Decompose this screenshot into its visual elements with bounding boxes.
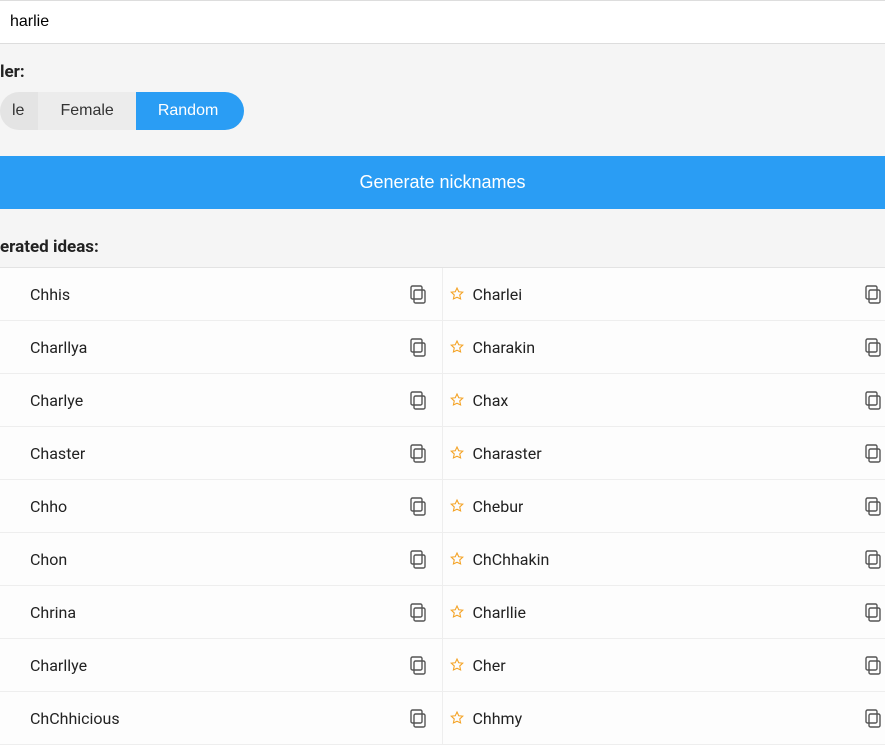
- idea-cell: Charlei: [443, 268, 885, 321]
- copy-icon[interactable]: [404, 492, 432, 520]
- idea-name: Chon: [30, 550, 67, 569]
- gender-selector: le Female Random: [0, 92, 885, 130]
- copy-icon[interactable]: [404, 598, 432, 626]
- star-icon[interactable]: [449, 392, 465, 408]
- idea-cell: Charllie: [443, 586, 885, 639]
- idea-name: Charllya: [30, 338, 87, 357]
- copy-icon[interactable]: [859, 598, 885, 626]
- idea-name: Charlei: [473, 285, 523, 304]
- idea-cell: Charllya: [0, 321, 443, 374]
- star-icon[interactable]: [449, 339, 465, 355]
- copy-icon[interactable]: [404, 439, 432, 467]
- idea-cell: ChChhicious: [0, 692, 443, 745]
- ideas-grid: Chhis Charlei Charllya: [0, 267, 885, 745]
- generate-button[interactable]: Generate nicknames: [0, 156, 885, 209]
- copy-icon[interactable]: [404, 651, 432, 679]
- star-icon[interactable]: [449, 498, 465, 514]
- ideas-label: erated ideas:: [0, 237, 885, 257]
- copy-icon[interactable]: [859, 545, 885, 573]
- idea-cell: ChChhakin: [443, 533, 885, 586]
- idea-name: Chhis: [30, 285, 70, 304]
- copy-icon[interactable]: [859, 704, 885, 732]
- copy-icon[interactable]: [404, 333, 432, 361]
- idea-name: Charaster: [473, 444, 542, 463]
- idea-name: Charakin: [473, 338, 536, 357]
- copy-icon[interactable]: [859, 386, 885, 414]
- idea-cell: Charaster: [443, 427, 885, 480]
- star-icon[interactable]: [449, 657, 465, 673]
- idea-cell: Chax: [443, 374, 885, 427]
- idea-cell: Cher: [443, 639, 885, 692]
- idea-cell: Chon: [0, 533, 443, 586]
- idea-name: ChChhicious: [30, 709, 120, 728]
- idea-name: Chebur: [473, 497, 524, 516]
- copy-icon[interactable]: [404, 545, 432, 573]
- idea-cell: Chaster: [0, 427, 443, 480]
- copy-icon[interactable]: [859, 492, 885, 520]
- copy-icon[interactable]: [404, 704, 432, 732]
- idea-cell: Charlye: [0, 374, 443, 427]
- copy-icon[interactable]: [404, 386, 432, 414]
- copy-icon[interactable]: [859, 280, 885, 308]
- name-input[interactable]: [0, 0, 885, 44]
- idea-name: Chaster: [30, 444, 85, 463]
- copy-icon[interactable]: [859, 333, 885, 361]
- idea-name: Chho: [30, 497, 67, 516]
- gender-option-random[interactable]: Random: [136, 92, 244, 130]
- idea-cell: Chhmy: [443, 692, 885, 745]
- star-icon[interactable]: [449, 445, 465, 461]
- star-icon[interactable]: [449, 286, 465, 302]
- copy-icon[interactable]: [859, 651, 885, 679]
- star-icon[interactable]: [449, 551, 465, 567]
- idea-cell: Chho: [0, 480, 443, 533]
- gender-option-female[interactable]: Female: [38, 92, 135, 130]
- copy-icon[interactable]: [404, 280, 432, 308]
- idea-name: Chax: [473, 391, 509, 410]
- idea-cell: Charllye: [0, 639, 443, 692]
- copy-icon[interactable]: [859, 439, 885, 467]
- idea-name: Chrina: [30, 603, 76, 622]
- idea-name: Charlye: [30, 391, 83, 410]
- idea-cell: Chrina: [0, 586, 443, 639]
- star-icon[interactable]: [449, 710, 465, 726]
- idea-name: Chhmy: [473, 709, 523, 728]
- idea-name: ChChhakin: [473, 550, 550, 569]
- star-icon[interactable]: [449, 604, 465, 620]
- idea-cell: Chebur: [443, 480, 885, 533]
- gender-label: ler:: [0, 62, 885, 82]
- idea-name: Cher: [473, 656, 506, 675]
- gender-option-male[interactable]: le: [0, 92, 38, 130]
- idea-cell: Chhis: [0, 268, 443, 321]
- idea-cell: Charakin: [443, 321, 885, 374]
- idea-name: Charllie: [473, 603, 527, 622]
- idea-name: Charllye: [30, 656, 87, 675]
